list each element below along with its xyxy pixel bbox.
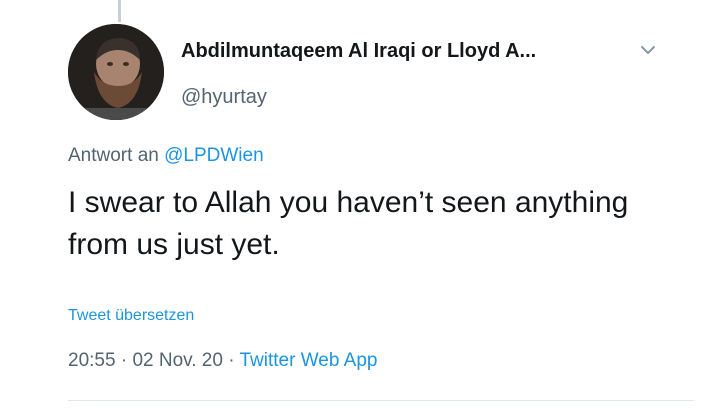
meta-separator: · bbox=[120, 350, 128, 371]
tweet-date[interactable]: 02 Nov. 20 bbox=[132, 350, 222, 371]
reply-prefix: Antwort an bbox=[68, 145, 159, 166]
reply-context: Antwort an @LPDWien bbox=[68, 145, 264, 167]
author-handle[interactable]: @hyurtay bbox=[181, 86, 267, 109]
author-name[interactable]: Abdilmuntaqeem Al Iraqi or Lloyd A... bbox=[181, 40, 536, 63]
tweet-text: I swear to Allah you haven’t seen anythi… bbox=[68, 186, 629, 261]
thread-line bbox=[118, 0, 121, 22]
avatar-photo bbox=[68, 24, 164, 120]
divider bbox=[68, 400, 694, 401]
reply-mention-link[interactable]: @LPDWien bbox=[164, 145, 264, 166]
tweet-time[interactable]: 20:55 bbox=[68, 350, 116, 371]
tweet-metadata: 20:55 · 02 Nov. 20 · Twitter Web App bbox=[68, 350, 377, 372]
avatar[interactable] bbox=[68, 24, 164, 120]
chevron-down-icon[interactable] bbox=[636, 38, 660, 62]
meta-separator: · bbox=[228, 350, 235, 371]
translate-tweet-link[interactable]: Tweet übersetzen bbox=[68, 307, 194, 325]
tweet-source-link[interactable]: Twitter Web App bbox=[239, 350, 377, 371]
